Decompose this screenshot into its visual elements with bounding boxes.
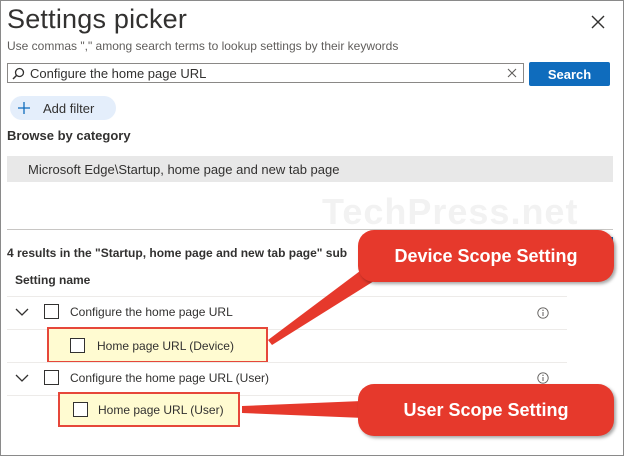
info-icon[interactable] [537, 307, 549, 319]
highlight-user-setting: Home page URL (User) [58, 392, 240, 427]
chevron-down-icon[interactable] [15, 307, 29, 317]
close-icon[interactable] [590, 14, 606, 30]
setting-checkbox[interactable] [44, 304, 59, 319]
category-item[interactable]: Microsoft Edge\Startup, home page and ne… [7, 156, 613, 182]
chevron-down-icon[interactable] [15, 373, 29, 383]
device-scope-callout: Device Scope Setting [358, 230, 614, 282]
highlight-device-setting: Home page URL (Device) [47, 327, 268, 363]
setting-checkbox[interactable] [70, 338, 85, 353]
user-scope-callout: User Scope Setting [358, 384, 614, 436]
watermark: TechPress.net [322, 191, 579, 232]
setting-name: Home page URL (User) [98, 403, 224, 417]
row-divider [7, 362, 567, 363]
search-box [7, 63, 524, 83]
column-header-setting-name: Setting name [15, 273, 91, 287]
search-button[interactable]: Search [529, 62, 610, 86]
search-icon [12, 67, 25, 80]
panel-subtitle: Use commas "," among search terms to loo… [7, 39, 399, 53]
setting-checkbox[interactable] [73, 402, 88, 417]
add-filter-button[interactable]: Add filter [10, 96, 116, 120]
setting-name: Configure the home page URL [70, 305, 233, 319]
clear-search-icon[interactable] [507, 68, 517, 78]
plus-icon [18, 102, 30, 114]
browse-by-category-heading: Browse by category [7, 128, 131, 143]
panel-title: Settings picker [7, 4, 188, 34]
search-input[interactable] [30, 64, 500, 82]
setting-name: Configure the home page URL (User) [70, 371, 269, 385]
info-icon[interactable] [537, 372, 549, 384]
setting-name: Home page URL (Device) [97, 339, 234, 353]
setting-checkbox[interactable] [44, 370, 59, 385]
header-divider [7, 296, 567, 297]
add-filter-label: Add filter [43, 100, 95, 116]
